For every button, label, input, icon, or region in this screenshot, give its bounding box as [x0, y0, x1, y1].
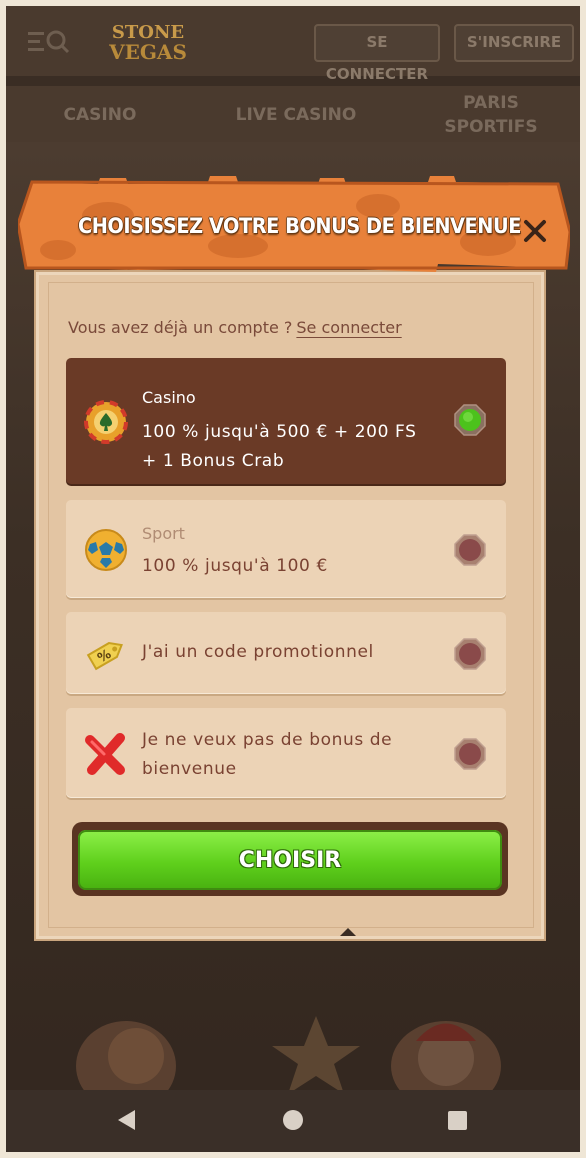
- top-header: STONE VEGAS SE CONNECTER S'INSCRIRE: [6, 6, 580, 83]
- bonus-option-sport[interactable]: Sport 100 % jusqu'à 100 €: [66, 500, 506, 598]
- logo-bottom-text: VEGAS: [109, 40, 187, 64]
- recent-apps-icon[interactable]: [448, 1111, 467, 1130]
- red-cross-icon: [85, 733, 125, 775]
- account-prompt: Vous avez déjà un compte ? Se connecter: [68, 318, 402, 337]
- register-button[interactable]: S'INSCRIRE: [454, 24, 574, 62]
- system-nav-bar: [6, 1090, 580, 1152]
- option-line-2: bienvenue: [142, 759, 237, 779]
- casino-chip-icon: [84, 400, 128, 444]
- option-line-2: + 1 Bonus Crab: [142, 451, 285, 471]
- login-link[interactable]: Se connecter: [296, 318, 401, 337]
- promo-tag-icon: %: [86, 642, 123, 671]
- radio-unselected-icon[interactable]: [454, 534, 486, 566]
- nav-tab-casino[interactable]: CASINO: [30, 86, 170, 144]
- login-button[interactable]: SE CONNECTER: [314, 24, 440, 83]
- background-characters: [76, 1016, 501, 1096]
- main-nav: CASINO LIVE CASINO PARIS SPORTIFS: [6, 84, 580, 144]
- modal-notch: [340, 928, 356, 936]
- home-icon[interactable]: [283, 1110, 303, 1130]
- option-line-1: Je ne veux pas de bonus de: [142, 730, 393, 750]
- back-icon[interactable]: [118, 1110, 135, 1130]
- option-category: Casino: [142, 388, 196, 407]
- option-category: Sport: [142, 524, 185, 543]
- modal-title: CHOISISSEZ VOTRE BONUS DE BIENVENUE: [78, 214, 521, 238]
- menu-search-icon[interactable]: [26, 28, 70, 56]
- bonus-option-promo-code[interactable]: % J'ai un code promotionnel: [66, 612, 506, 694]
- close-icon[interactable]: [520, 216, 550, 246]
- bonus-option-casino[interactable]: Casino 100 % jusqu'à 500 € + 200 FS + 1 …: [66, 358, 506, 484]
- soccer-ball-icon: [85, 529, 127, 571]
- radio-selected-icon[interactable]: [454, 404, 486, 436]
- option-line-1: 100 % jusqu'à 500 € + 200 FS: [142, 422, 417, 442]
- nav-tab-live-casino[interactable]: LIVE CASINO: [206, 86, 386, 144]
- radio-unselected-icon[interactable]: [454, 738, 486, 770]
- radio-unselected-icon[interactable]: [454, 638, 486, 670]
- choose-button[interactable]: CHOISIR: [78, 830, 502, 890]
- bonus-option-no-bonus[interactable]: Je ne veux pas de bonus de bienvenue: [66, 708, 506, 798]
- option-line-1: 100 % jusqu'à 100 €: [142, 556, 328, 576]
- account-prompt-text: Vous avez déjà un compte ?: [68, 318, 293, 337]
- option-line-1: J'ai un code promotionnel: [142, 642, 374, 662]
- site-logo[interactable]: STONE VEGAS: [98, 20, 198, 64]
- nav-tab-paris-sportifs[interactable]: PARIS SPORTIFS: [426, 86, 556, 144]
